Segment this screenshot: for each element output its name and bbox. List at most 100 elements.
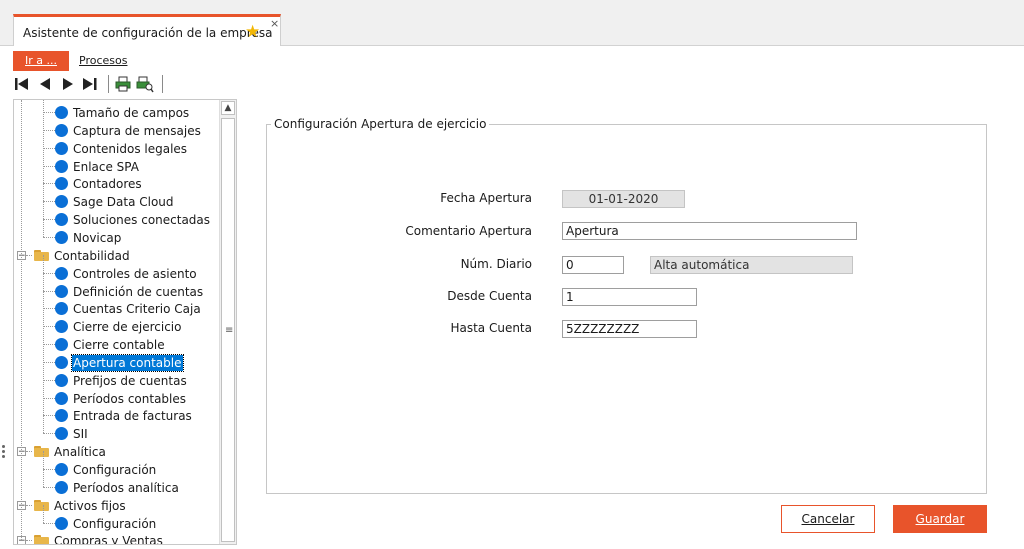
tree-item-label: Definición de cuentas xyxy=(73,284,204,299)
tree-folder[interactable]: − Contabilidad xyxy=(14,247,219,265)
first-record-icon[interactable] xyxy=(13,74,31,94)
close-icon[interactable]: × xyxy=(270,17,279,30)
menu-procesos[interactable]: Procesos xyxy=(79,51,127,71)
tree-root-connector xyxy=(21,100,22,541)
folder-icon xyxy=(34,499,49,511)
tree-item[interactable]: Controles de asiento xyxy=(14,265,219,283)
tree-item-label: Enlace SPA xyxy=(73,159,139,174)
tree-node-bullet-icon xyxy=(55,338,68,352)
tree-folder[interactable]: − Analítica xyxy=(14,443,219,461)
tree-item[interactable]: Apertura contable xyxy=(14,353,219,372)
tree-item-label: Novicap xyxy=(73,230,122,245)
tree-folder[interactable]: − Compras y Ventas xyxy=(14,532,219,545)
tree-node-bullet-icon xyxy=(55,213,68,227)
tree-connector xyxy=(43,219,55,221)
print-preview-icon[interactable] xyxy=(136,74,154,94)
tree-connector xyxy=(43,236,55,238)
tab-company-setup-wizard[interactable]: Asistente de configuración de la empresa… xyxy=(13,14,281,46)
tree-item-label: Sage Data Cloud xyxy=(73,195,174,210)
tree-item[interactable]: Sage Data Cloud xyxy=(14,193,219,211)
num-diario-description: Alta automática xyxy=(650,256,853,274)
hasta-cuenta-input[interactable]: 5ZZZZZZZZ xyxy=(562,320,697,338)
tree-folder-label: Contabilidad xyxy=(54,248,130,263)
tree-connector xyxy=(26,254,32,256)
next-record-icon[interactable] xyxy=(59,74,77,94)
tree-connector xyxy=(26,451,32,453)
tree-item[interactable]: Períodos analítica xyxy=(14,479,219,497)
tree-item-label: Prefijos de cuentas xyxy=(73,373,187,388)
folder-icon xyxy=(34,535,49,544)
tree-node-bullet-icon xyxy=(55,320,68,334)
tree-connector xyxy=(26,504,32,506)
tree-node-bullet-icon xyxy=(55,391,68,405)
num-diario-input[interactable]: 0 xyxy=(562,256,624,274)
tree-node-bullet-icon xyxy=(55,355,68,369)
previous-record-icon[interactable] xyxy=(36,74,54,94)
tree-node-bullet-icon xyxy=(55,427,68,441)
tree-item-label: SII xyxy=(73,427,88,442)
save-button-label: Guardar xyxy=(915,512,965,526)
save-button[interactable]: Guardar xyxy=(893,505,987,533)
tree-connector xyxy=(43,147,55,149)
navigation-toolbar xyxy=(13,72,213,96)
tree-item-label: Cierre de ejercicio xyxy=(73,320,182,335)
tree-item-label: Captura de mensajes xyxy=(73,123,201,138)
hasta-cuenta-label: Hasta Cuenta xyxy=(450,321,532,335)
comentario-apertura-input[interactable]: Apertura xyxy=(562,222,857,240)
scroll-up-icon[interactable]: ▲ xyxy=(221,101,235,115)
folder-icon xyxy=(34,249,49,261)
tree-item-label: Cierre contable xyxy=(73,338,165,353)
print-icon[interactable] xyxy=(114,74,132,94)
tree-item-label: Contadores xyxy=(73,177,142,192)
tree-item[interactable]: Cierre de ejercicio xyxy=(14,318,219,336)
tree-item[interactable]: Configuración xyxy=(14,461,219,479)
settings-tree: Tamaño de campos Captura de mensajes Conte… xyxy=(13,99,237,545)
tree-item[interactable]: Novicap xyxy=(14,229,219,247)
tree-item[interactable]: Cierre contable xyxy=(14,336,219,354)
tree-connector xyxy=(43,201,55,203)
tree-item-label: Tamaño de campos xyxy=(73,106,190,120)
tree-item[interactable]: Contenidos legales xyxy=(14,140,219,158)
tree-connector xyxy=(43,112,55,113)
tree-item[interactable]: Definición de cuentas xyxy=(14,283,219,301)
scroll-thumb[interactable]: ≡ xyxy=(221,118,235,542)
tree-item[interactable]: Configuración xyxy=(14,515,219,533)
tree-node-bullet-icon xyxy=(55,159,68,173)
tree-item[interactable]: Soluciones conectadas xyxy=(14,211,219,229)
tree-connector xyxy=(43,344,55,346)
desde-cuenta-input[interactable]: 1 xyxy=(562,288,697,306)
tree-connector xyxy=(43,433,55,435)
star-icon[interactable]: ★ xyxy=(245,22,260,42)
tree-node-bullet-icon xyxy=(55,123,68,137)
tab-title: Asistente de configuración de la empresa xyxy=(23,26,273,40)
menu-ir-a[interactable]: Ir a ... xyxy=(13,51,69,71)
tree-item[interactable]: Entrada de facturas xyxy=(14,407,219,425)
menu-bar: Ir a ... Procesos xyxy=(0,50,1024,72)
cancel-button[interactable]: Cancelar xyxy=(781,505,875,533)
comentario-apertura-label: Comentario Apertura xyxy=(405,224,532,238)
tree-item[interactable]: Cuentas Criterio Caja xyxy=(14,300,219,318)
tree-node-bullet-icon xyxy=(55,177,68,191)
tree-item[interactable]: SII xyxy=(14,425,219,443)
tree-branch-connector xyxy=(43,254,44,434)
tree-folder[interactable]: − Activos fijos xyxy=(14,497,219,515)
tree-connector xyxy=(43,397,55,399)
tree-item[interactable]: Captura de mensajes xyxy=(14,122,219,140)
tree-node-bullet-icon xyxy=(55,230,68,244)
tree-branch-connector xyxy=(43,504,44,523)
tree-connector xyxy=(43,326,55,328)
last-record-icon[interactable] xyxy=(81,74,99,94)
tree-folder-label: Compras y Ventas xyxy=(54,534,163,545)
apertura-groupbox xyxy=(266,124,987,494)
tree-node-bullet-icon xyxy=(55,141,68,155)
tree-connector xyxy=(43,308,55,310)
tree-item[interactable]: Tamaño de campos xyxy=(14,104,219,122)
tree-item[interactable]: Períodos contables xyxy=(14,390,219,408)
tree-node-bullet-icon xyxy=(55,409,68,423)
tree-scrollbar[interactable]: ▲ ≡ xyxy=(219,100,236,544)
panel-splitter-handle[interactable] xyxy=(2,444,8,462)
tree-item[interactable]: Enlace SPA xyxy=(14,158,219,176)
cancel-button-label: Cancelar xyxy=(801,512,855,526)
tree-item[interactable]: Prefijos de cuentas xyxy=(14,372,219,390)
tree-item[interactable]: Contadores xyxy=(14,175,219,193)
